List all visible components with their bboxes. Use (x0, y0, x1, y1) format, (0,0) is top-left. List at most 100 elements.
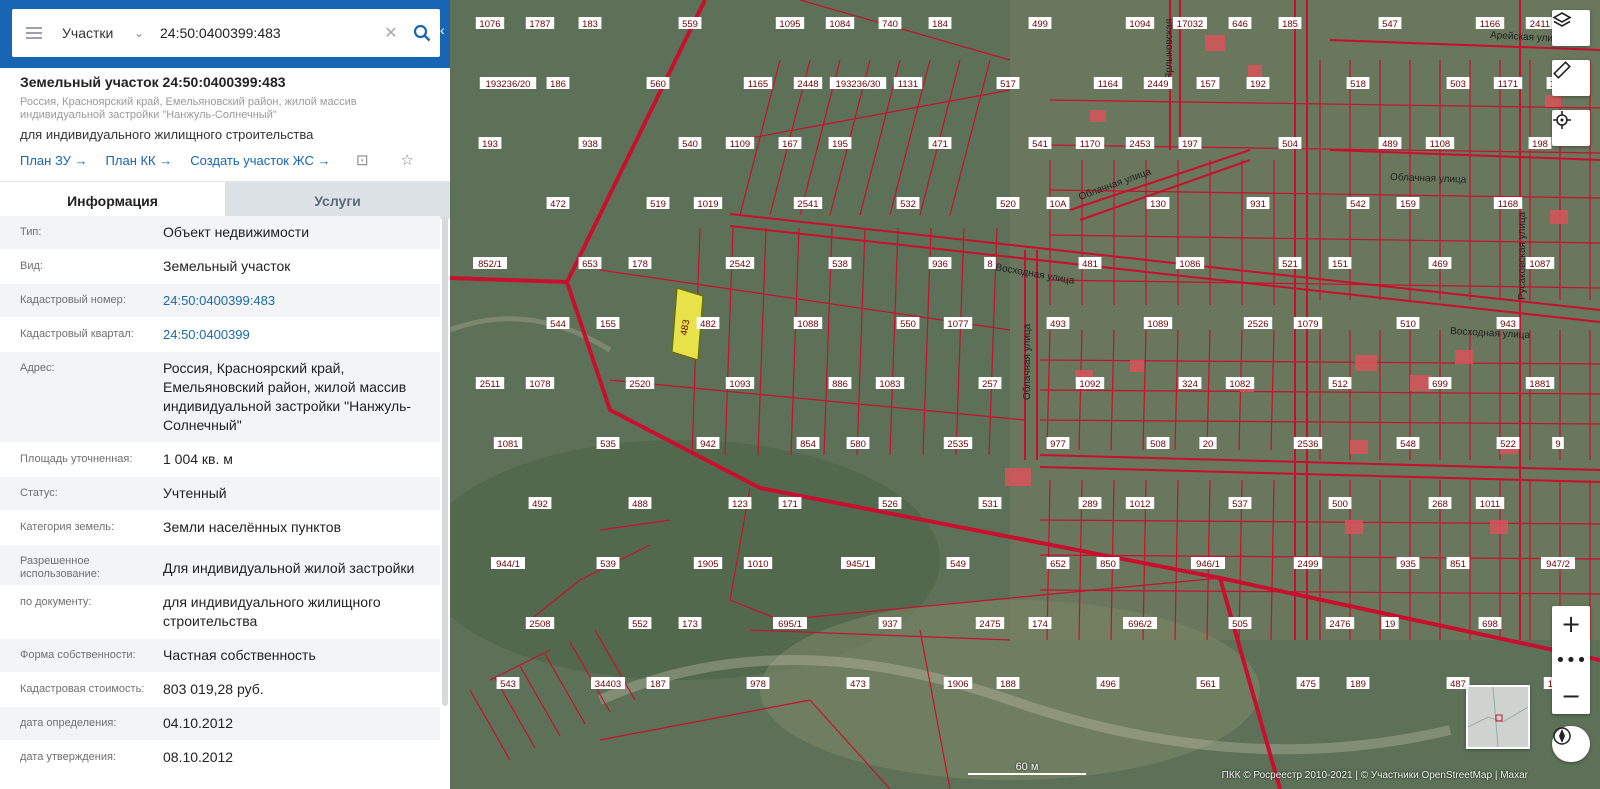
menu-icon[interactable] (12, 24, 56, 42)
parcel-label[interactable]: 1131 (898, 79, 918, 90)
tab-info[interactable]: Информация (0, 182, 225, 219)
parcel-label[interactable]: 2541 (797, 199, 818, 210)
parcel-label[interactable]: 653 (582, 259, 598, 270)
collapse-panel-icon[interactable]: ‹ (440, 22, 450, 46)
zoom-in-button[interactable]: + (1552, 606, 1590, 642)
close-icon[interactable]: ✕ (378, 23, 404, 43)
star-icon[interactable]: ☆ (401, 151, 414, 169)
parcel-label[interactable]: 548 (1400, 439, 1416, 450)
parcel-label[interactable]: 183 (582, 19, 598, 30)
cadastral-quarter-link[interactable]: 24:50:0400399 (163, 318, 440, 351)
parcel-label[interactable]: 1170 (1080, 139, 1100, 150)
parcel-label[interactable]: 2476 (1329, 619, 1350, 630)
parcel-label[interactable]: 947/2 (1546, 559, 1570, 570)
parcel-label[interactable]: 155 (600, 319, 616, 330)
parcel-label[interactable]: 2449 (1147, 79, 1168, 90)
parcel-label[interactable]: 198 (1532, 139, 1548, 150)
parcel-label[interactable]: 2475 (979, 619, 1000, 630)
parcel-label[interactable]: 1087 (1529, 259, 1550, 270)
parcel-label[interactable]: 517 (1000, 79, 1016, 90)
parcel-label[interactable]: 1012 (1129, 499, 1150, 510)
parcel-label[interactable]: 2542 (729, 259, 750, 270)
parcel-label[interactable]: 10А (1050, 199, 1068, 210)
view-on-map-icon[interactable]: ⊡ (356, 151, 369, 169)
parcel-label[interactable]: 943 (1500, 319, 1516, 330)
minimap[interactable] (1466, 685, 1530, 749)
parcel-label[interactable]: 2526 (1247, 319, 1268, 330)
measure-button[interactable] (1552, 60, 1590, 96)
parcel-label[interactable]: 540 (682, 139, 698, 150)
parcel-label[interactable]: 532 (900, 199, 916, 210)
parcel-label[interactable]: 1086 (1179, 259, 1200, 270)
parcel-label[interactable]: 531 (982, 499, 998, 510)
parcel-label[interactable]: 944/1 (496, 559, 520, 570)
plan-zu-link[interactable]: План ЗУ → (20, 153, 88, 168)
parcel-label[interactable]: 2511 (480, 379, 500, 390)
parcel-label[interactable]: 1881 (1529, 379, 1550, 390)
parcel-label[interactable]: 167 (782, 139, 798, 150)
search-category-select[interactable]: Участки (56, 25, 134, 41)
parcel-label[interactable]: 543 (500, 679, 516, 690)
parcel-label[interactable]: 2453 (1129, 139, 1150, 150)
parcel-label[interactable]: 652 (1050, 559, 1066, 570)
parcel-label[interactable]: 510 (1400, 319, 1416, 330)
parcel-label[interactable]: 178 (632, 259, 648, 270)
parcel-label[interactable]: 185 (1282, 19, 1298, 30)
parcel-label[interactable]: 193236/20 (486, 79, 531, 90)
parcel-label[interactable]: 195 (832, 139, 848, 150)
parcel-label[interactable]: 192 (1250, 79, 1266, 90)
parcel-label[interactable]: 535 (600, 439, 616, 450)
parcel-label[interactable]: 698 (1482, 619, 1498, 630)
parcel-label[interactable]: 519 (650, 199, 666, 210)
parcel-label[interactable]: 1077 (947, 319, 968, 330)
parcel-label[interactable]: 942 (700, 439, 716, 450)
parcel-label[interactable]: 1088 (797, 319, 818, 330)
parcel-label[interactable]: 695/1 (778, 619, 802, 630)
parcel-label[interactable]: 157 (1200, 79, 1216, 90)
parcel-label[interactable]: 1094 (1129, 19, 1150, 30)
parcel-label[interactable]: 193 (482, 139, 498, 150)
parcel-label[interactable]: 1093 (729, 379, 750, 390)
parcel-label[interactable]: 173 (682, 619, 698, 630)
parcel-label[interactable]: 518 (1350, 79, 1366, 90)
parcel-label[interactable]: 1906 (947, 679, 968, 690)
parcel-label[interactable]: 488 (632, 499, 648, 510)
parcel-label[interactable]: 936 (932, 259, 948, 270)
parcel-label[interactable]: 1168 (1498, 199, 1518, 210)
parcel-label[interactable]: 850 (1100, 559, 1116, 570)
parcel-label[interactable]: 538 (832, 259, 848, 270)
parcel-label[interactable]: 561 (1200, 679, 1216, 690)
parcel-label[interactable]: 496 (1100, 679, 1116, 690)
parcel-label[interactable]: 521 (1282, 259, 1298, 270)
parcel-label[interactable]: 2499 (1297, 559, 1318, 570)
parcel-label[interactable]: 1165 (748, 79, 768, 90)
parcel-label[interactable]: 2520 (629, 379, 650, 390)
parcel-label[interactable]: 257 (982, 379, 998, 390)
parcel-label[interactable]: 268 (1432, 499, 1448, 510)
parcel-label[interactable]: 1092 (1079, 379, 1100, 390)
parcel-label[interactable]: 503 (1450, 79, 1466, 90)
parcel-label[interactable]: 187 (650, 679, 666, 690)
parcel-label[interactable]: 854 (800, 439, 816, 450)
parcel-label[interactable]: 547 (1382, 19, 1398, 30)
parcel-label[interactable]: 508 (1150, 439, 1166, 450)
parcel-label[interactable]: 2536 (1297, 439, 1318, 450)
parcel-label[interactable]: 522 (1500, 439, 1516, 450)
parcel-label[interactable]: 9 (1555, 439, 1560, 450)
parcel-label[interactable]: 1010 (747, 559, 768, 570)
chevron-down-icon[interactable]: ⌄ (134, 26, 154, 40)
parcel-label[interactable]: 937 (882, 619, 898, 630)
parcel-label[interactable]: 544 (550, 319, 566, 330)
parcel-label[interactable]: 851 (1450, 559, 1466, 570)
parcel-label[interactable]: 2448 (797, 79, 818, 90)
parcel-label[interactable]: 580 (850, 439, 866, 450)
parcel-label[interactable]: 1079 (1297, 319, 1318, 330)
layers-button[interactable] (1552, 10, 1590, 46)
parcel-label[interactable]: 526 (882, 499, 898, 510)
parcel-label[interactable]: 472 (550, 199, 566, 210)
parcel-label[interactable]: 504 (1282, 139, 1298, 150)
parcel-label[interactable]: 189 (1350, 679, 1366, 690)
parcel-label[interactable]: 539 (600, 559, 616, 570)
parcel-label[interactable]: 2411 (1530, 19, 1550, 30)
parcel-label[interactable]: 8 (987, 259, 992, 270)
